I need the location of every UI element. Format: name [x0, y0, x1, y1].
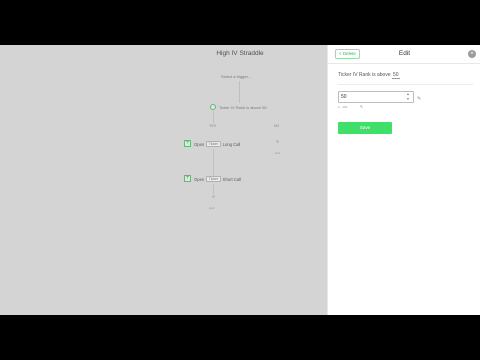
condition-node[interactable]: Ticker IV Rank is above 50: [219, 105, 267, 110]
action-label: Long Call: [222, 141, 241, 147]
end-label: End: [209, 206, 215, 210]
connector: [239, 81, 240, 103]
cursor-icon: ↖: [360, 104, 364, 109]
divider: [328, 63, 480, 64]
action-verb: Open: [194, 141, 205, 147]
save-button[interactable]: Save: [338, 122, 392, 134]
condition-subject[interactable]: Ticker IV Rank: [338, 72, 371, 78]
add-action-icon[interactable]: +: [184, 140, 191, 147]
stepper-icon[interactable]: ▲ ▼: [405, 92, 411, 102]
panel-title: Edit: [398, 50, 411, 57]
condition-value[interactable]: 50: [392, 72, 400, 79]
condition-node-icon: [210, 104, 216, 110]
branch-no-label: NO: [274, 124, 280, 128]
threshold-input[interactable]: 50: [338, 91, 414, 103]
action-qty-tag[interactable]: Ticker: [206, 176, 221, 182]
connector: [213, 111, 214, 123]
branch-yes-label: YES: [209, 124, 217, 128]
divider: [338, 84, 473, 85]
strategy-canvas: High IV Straddle Select a trigger... Tic…: [0, 45, 327, 315]
trigger-node[interactable]: Select a trigger...: [221, 74, 251, 79]
action-short-call[interactable]: Open Ticker Short Call: [194, 176, 241, 182]
edit-panel: < Delete Edit × Ticker IV Rank is above …: [327, 45, 480, 315]
action-long-call[interactable]: Open Ticker Long Call: [194, 141, 240, 147]
action-label: Short Call: [222, 176, 242, 182]
connector: [213, 184, 214, 194]
pencil-icon[interactable]: ✎: [417, 96, 421, 102]
close-icon[interactable]: ×: [468, 50, 476, 58]
condition-operator[interactable]: is above: [372, 72, 391, 78]
add-action-icon[interactable]: +: [184, 175, 191, 182]
action-qty-tag[interactable]: Ticker: [206, 141, 221, 147]
connector: [213, 149, 214, 176]
branch-no-node[interactable]: [276, 140, 279, 143]
condition-summary: Ticker IV Rank is above 50: [338, 72, 400, 79]
input-hint: 0 - 100: [338, 105, 348, 109]
app-screen: High IV Straddle Select a trigger... Tic…: [0, 45, 480, 315]
end-node[interactable]: [212, 195, 215, 198]
action-verb: Open: [194, 176, 205, 182]
branch-no-end: End: [275, 151, 281, 155]
